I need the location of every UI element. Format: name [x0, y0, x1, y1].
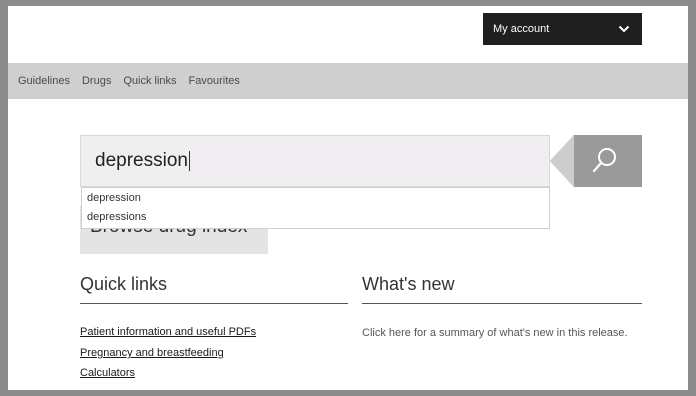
nav-favourites[interactable]: Favourites [189, 75, 240, 87]
text-caret [188, 151, 190, 171]
search-button[interactable] [550, 135, 642, 187]
chevron-down-icon [618, 25, 630, 33]
quick-links-heading: Quick links [80, 274, 168, 294]
my-account-dropdown[interactable]: My account [483, 13, 642, 45]
search-input-value: depression [95, 150, 188, 171]
whats-new-divider [362, 303, 642, 304]
nav-drugs[interactable]: Drugs [82, 75, 111, 87]
link-patient-information[interactable]: Patient information and useful PDFs [80, 326, 256, 338]
autocomplete-item[interactable]: depressions [82, 207, 549, 226]
whats-new-summary-link[interactable]: Click here for a summary of what's new i… [362, 324, 632, 342]
main-nav: Guidelines Drugs Quick links Favourites [8, 63, 688, 99]
autocomplete-list: depression depressions [81, 187, 550, 229]
autocomplete-item[interactable]: depression [82, 188, 549, 207]
search-input[interactable]: depression [80, 135, 550, 187]
nav-quick-links[interactable]: Quick links [123, 75, 176, 87]
nav-guidelines[interactable]: Guidelines [18, 75, 70, 87]
whats-new-heading: What's new [362, 274, 455, 294]
link-pregnancy-breastfeeding[interactable]: Pregnancy and breastfeeding [80, 347, 224, 359]
my-account-label: My account [493, 23, 550, 35]
link-calculators[interactable]: Calculators [80, 367, 135, 379]
page-frame: My account Guidelines Drugs Quick links … [8, 6, 688, 390]
quick-links-divider [80, 303, 348, 304]
